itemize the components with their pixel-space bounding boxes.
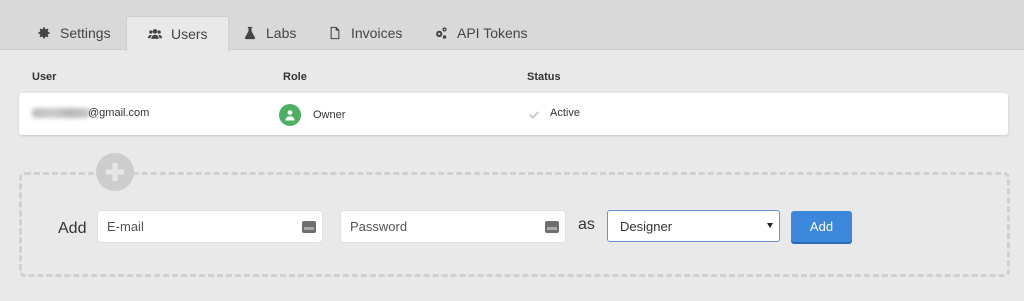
column-header-user: User xyxy=(32,71,57,83)
gear-icon xyxy=(36,25,52,41)
owner-avatar-icon xyxy=(279,104,301,126)
tab-invoices[interactable]: Invoices xyxy=(307,16,422,50)
autofill-icon[interactable] xyxy=(302,221,316,233)
password-field-wrapper xyxy=(340,210,566,243)
tab-users-label: Users xyxy=(171,26,208,42)
status-text: Active xyxy=(550,107,580,119)
tab-bar: Settings Users Labs Invoices API Tokens xyxy=(0,0,1024,51)
tab-api-tokens[interactable]: API Tokens xyxy=(413,16,548,50)
redacted-email-user xyxy=(32,108,90,118)
tab-settings-label: Settings xyxy=(60,25,111,41)
tab-settings[interactable]: Settings xyxy=(16,16,131,50)
email-domain: @gmail.com xyxy=(88,107,150,119)
add-label: Add xyxy=(58,220,87,237)
tab-api-tokens-label: API Tokens xyxy=(457,25,528,41)
column-header-role: Role xyxy=(283,71,307,83)
flask-icon xyxy=(242,25,258,41)
users-icon xyxy=(147,26,163,42)
column-header-status: Status xyxy=(527,71,561,83)
table-row: @gmail.com Owner Active xyxy=(19,93,1008,135)
tab-labs-label: Labs xyxy=(266,25,297,41)
autofill-icon[interactable] xyxy=(545,221,559,233)
role-select[interactable]: Designer xyxy=(607,210,780,242)
role-text: Owner xyxy=(313,109,346,121)
as-label: as xyxy=(578,216,595,233)
plus-icon xyxy=(96,153,134,191)
email-field[interactable] xyxy=(98,211,322,242)
tab-invoices-label: Invoices xyxy=(351,25,403,41)
email-field-wrapper xyxy=(97,210,323,243)
document-icon xyxy=(327,25,343,41)
check-icon xyxy=(528,108,540,120)
add-user-button[interactable]: Add xyxy=(791,211,852,242)
role-select-value: Designer xyxy=(620,218,673,234)
password-field[interactable] xyxy=(341,211,565,242)
cogs-icon xyxy=(433,25,449,41)
chevron-down-icon xyxy=(767,223,773,228)
tab-labs[interactable]: Labs xyxy=(222,16,316,50)
tab-users[interactable]: Users xyxy=(126,16,229,51)
